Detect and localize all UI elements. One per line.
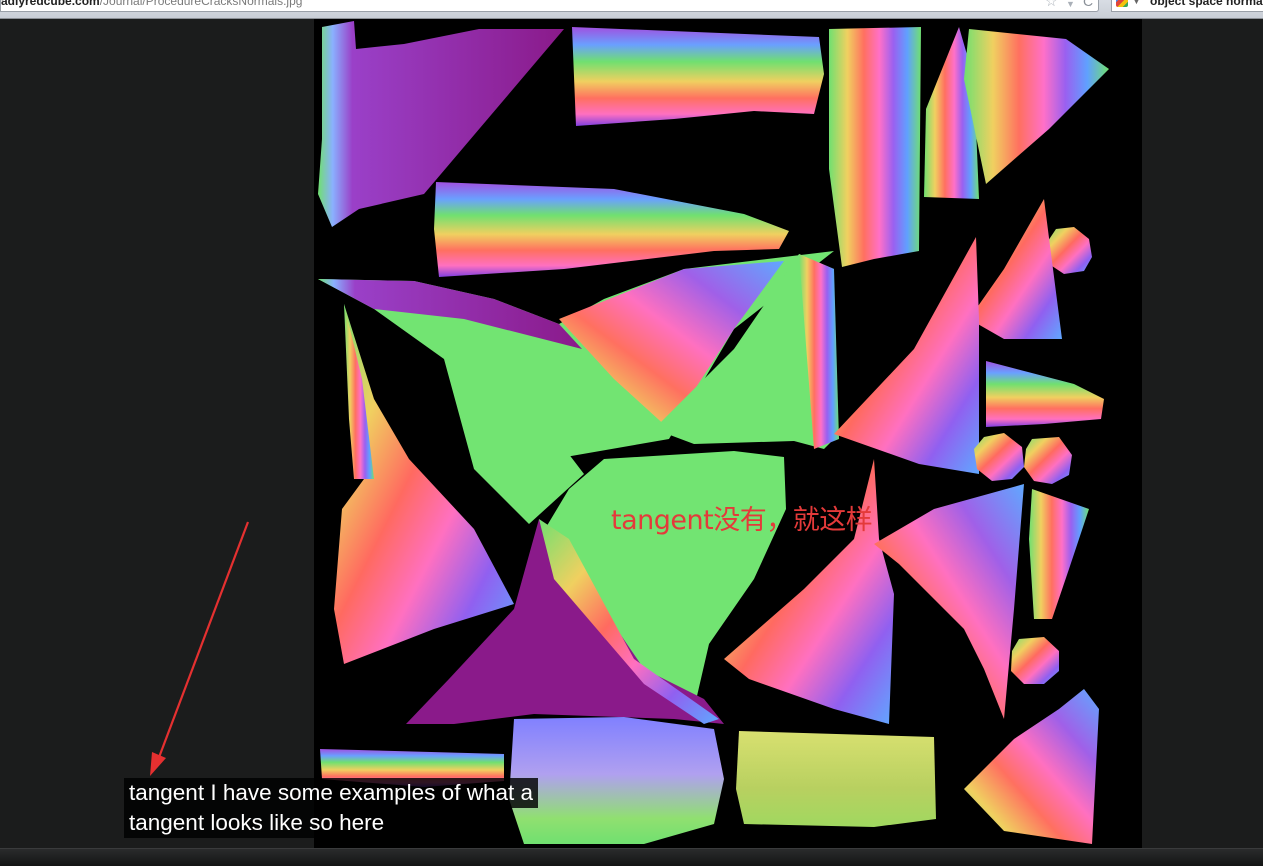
reload-icon[interactable]: C (1083, 0, 1093, 9)
address-bar[interactable]: adiyredcube.com/Journal/ProcedureCracksN… (0, 0, 1099, 12)
browser-toolbar: adiyredcube.com/Journal/ProcedureCracksN… (0, 0, 1263, 19)
normal-map-image (314, 19, 1142, 848)
video-frame: adiyredcube.com/Journal/ProcedureCracksN… (0, 0, 1263, 866)
bookmark-star-icon[interactable]: ☆ (1045, 0, 1058, 9)
search-query: object space normal (1150, 0, 1263, 8)
search-engine-icon[interactable] (1116, 0, 1128, 7)
subtitle-line-2: tangent looks like so here (124, 808, 390, 838)
chevron-down-icon[interactable]: ▼ (1066, 0, 1075, 12)
video-player-bar (0, 848, 1263, 866)
search-input[interactable]: ▼ object space normal (1111, 0, 1263, 12)
annotation-text: tangent没有，就这样 (611, 505, 873, 536)
url-path: /Journal/ProcedureCracksNormals.jpg (99, 0, 303, 8)
subtitle-line-1: tangent I have some examples of what a (124, 778, 538, 808)
url-host: adiyredcube.com (1, 0, 100, 8)
normal-map-islands (318, 21, 1109, 844)
subtitle-caption: tangent I have some examples of what a t… (124, 778, 538, 838)
chevron-down-icon[interactable]: ▼ (1132, 0, 1141, 9)
